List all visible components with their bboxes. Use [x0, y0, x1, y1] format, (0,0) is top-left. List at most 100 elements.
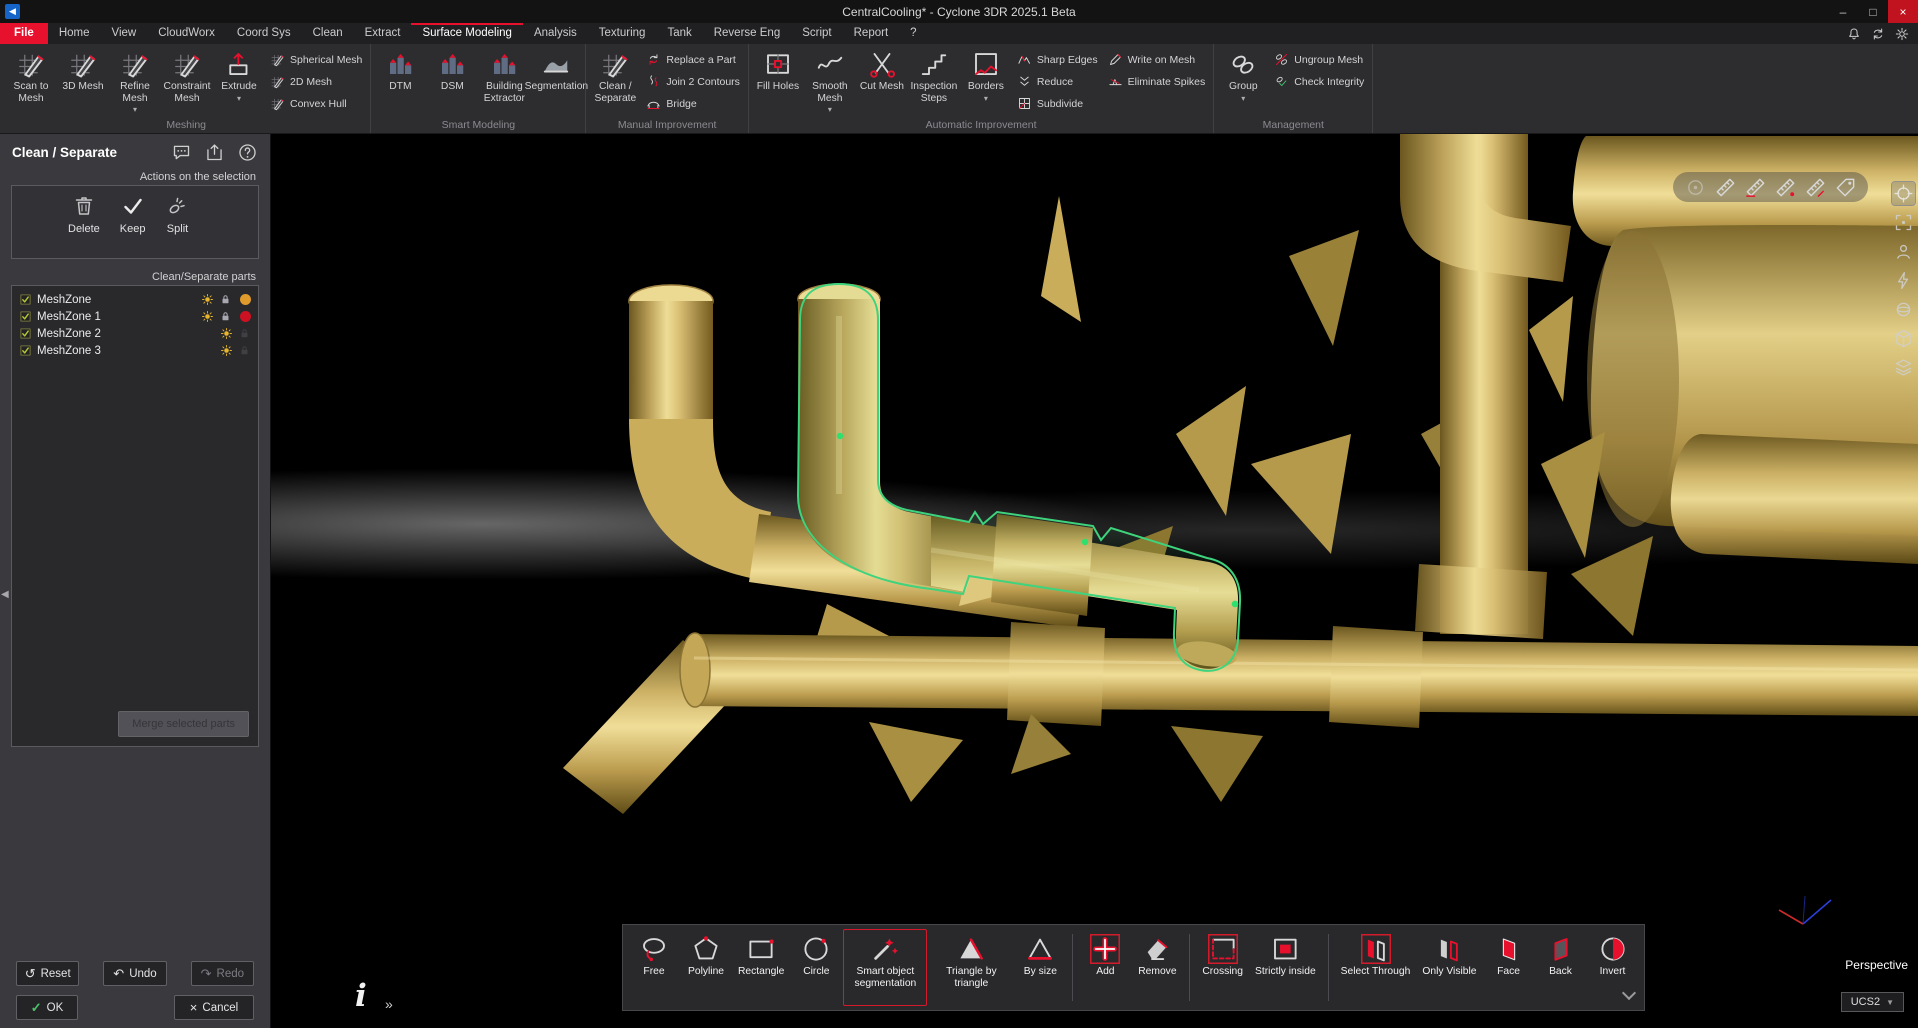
ribbon-spherical-mesh-button[interactable]: Spherical Mesh: [270, 52, 362, 67]
tab-extract[interactable]: Extract: [354, 23, 412, 44]
user-view-icon[interactable]: [1892, 240, 1915, 263]
tab-texturing[interactable]: Texturing: [588, 23, 657, 44]
tab-reverse-eng[interactable]: Reverse Eng: [703, 23, 791, 44]
undo-button[interactable]: ↶Undo: [103, 961, 166, 986]
ribbon-segmentation-button[interactable]: Segmentation: [530, 46, 582, 118]
checkbox-icon[interactable]: [19, 344, 32, 357]
select-back-button[interactable]: Back: [1536, 929, 1586, 1006]
viewport-3d-scene[interactable]: [271, 134, 1918, 1028]
visibility-sun-icon[interactable]: [220, 344, 233, 357]
projection-mode-label[interactable]: Perspective: [1845, 958, 1908, 972]
tab-analysis[interactable]: Analysis: [523, 23, 588, 44]
ribbon-group-button[interactable]: Group▾: [1217, 46, 1269, 118]
select-strictly-inside-button[interactable]: Strictly inside: [1250, 929, 1321, 1006]
select-smart-object-segmentation-button[interactable]: Smart object segmentation: [843, 929, 927, 1006]
cancel-button[interactable]: ×Cancel: [174, 995, 254, 1020]
tab-tank[interactable]: Tank: [656, 23, 702, 44]
ribbon-refine-mesh-button[interactable]: Refine Mesh▾: [109, 46, 161, 118]
select-polyline-button[interactable]: Polyline: [681, 929, 731, 1006]
select-only-visible-button[interactable]: Only Visible: [1417, 929, 1481, 1006]
sync-icon[interactable]: [1870, 26, 1886, 42]
ribbon-2d-mesh-button[interactable]: 2D Mesh: [270, 74, 362, 89]
ribbon-reduce-button[interactable]: Reduce: [1017, 74, 1098, 89]
ribbon-ungroup-mesh-button[interactable]: Ungroup Mesh: [1274, 52, 1364, 67]
material-icon[interactable]: [1892, 298, 1915, 321]
layers-icon[interactable]: [1892, 356, 1915, 379]
checkbox-icon[interactable]: [19, 327, 32, 340]
label-icon[interactable]: [1834, 176, 1857, 199]
ribbon-borders-button[interactable]: Borders▾: [960, 46, 1012, 118]
color-swatch[interactable]: [240, 311, 251, 322]
ribbon-join-2-contours-button[interactable]: Join 2 Contours: [646, 74, 740, 89]
mesh-zone-row-meshzone-1[interactable]: MeshZone 1: [12, 308, 258, 325]
measure-annotate-icon[interactable]: [1804, 176, 1827, 199]
select-rectangle-button[interactable]: Rectangle: [733, 929, 789, 1006]
tab-item[interactable]: ?: [899, 23, 927, 44]
comment-icon[interactable]: [171, 142, 192, 163]
ribbon-sharp-edges-button[interactable]: Sharp Edges: [1017, 52, 1098, 67]
visibility-sun-icon[interactable]: [201, 293, 214, 306]
tab-clean[interactable]: Clean: [302, 23, 354, 44]
measure-surface-icon[interactable]: [1744, 176, 1767, 199]
tab-coord-sys[interactable]: Coord Sys: [226, 23, 302, 44]
tab-script[interactable]: Script: [791, 23, 842, 44]
ribbon-smooth-mesh-button[interactable]: Smooth Mesh▾: [804, 46, 856, 118]
ok-button[interactable]: ✓OK: [16, 995, 78, 1020]
mesh-zone-row-meshzone-2[interactable]: MeshZone 2: [12, 325, 258, 342]
center-view-icon[interactable]: [1892, 211, 1915, 234]
ribbon-check-integrity-button[interactable]: Check Integrity: [1274, 74, 1364, 89]
info-expand-button[interactable]: »: [385, 996, 393, 1012]
select-free-button[interactable]: Free: [629, 929, 679, 1006]
measure-distance-icon[interactable]: [1714, 176, 1737, 199]
delete-button[interactable]: Delete: [68, 194, 100, 258]
select-by-size-button[interactable]: By size: [1015, 929, 1065, 1006]
select-crossing-button[interactable]: Crossing: [1197, 929, 1248, 1006]
tab-file[interactable]: File: [0, 23, 48, 44]
tab-view[interactable]: View: [101, 23, 148, 44]
select-face-button[interactable]: Face: [1484, 929, 1534, 1006]
probe-icon[interactable]: [1684, 176, 1707, 199]
visibility-sun-icon[interactable]: [220, 327, 233, 340]
merge-selected-parts-button[interactable]: Merge selected parts: [118, 711, 249, 737]
ribbon-building-extractor-button[interactable]: Building Extractor: [478, 46, 530, 118]
checkbox-icon[interactable]: [19, 310, 32, 323]
lock-icon[interactable]: [219, 310, 232, 323]
ucs-selector[interactable]: UCS2 ▼: [1841, 992, 1904, 1012]
ribbon-clean-separate-button[interactable]: Clean / Separate: [589, 46, 641, 118]
section-box-icon[interactable]: [1892, 327, 1915, 350]
bell-icon[interactable]: [1846, 26, 1862, 42]
ribbon-cut-mesh-button[interactable]: Cut Mesh: [856, 46, 908, 118]
ribbon-3d-mesh-button[interactable]: 3D Mesh: [57, 46, 109, 118]
redo-button[interactable]: ↷Redo: [191, 961, 254, 986]
tab-surface-modeling[interactable]: Surface Modeling: [411, 23, 523, 44]
lock-icon[interactable]: [219, 293, 232, 306]
ribbon-eliminate-spikes-button[interactable]: Eliminate Spikes: [1108, 74, 1206, 89]
tab-cloudworx[interactable]: CloudWorx: [147, 23, 226, 44]
ribbon-write-on-mesh-button[interactable]: Write on Mesh: [1108, 52, 1206, 67]
tab-home[interactable]: Home: [48, 23, 101, 44]
measure-point-icon[interactable]: [1774, 176, 1797, 199]
color-swatch[interactable]: [240, 294, 251, 305]
maximize-button[interactable]: □: [1858, 0, 1888, 23]
ribbon-extrude-button[interactable]: Extrude▾: [213, 46, 265, 118]
panel-collapse-handle[interactable]: ◀: [1, 589, 9, 600]
select-triangle-by-triangle-button[interactable]: Triangle by triangle: [929, 929, 1013, 1006]
keep-button[interactable]: Keep: [120, 194, 146, 258]
ribbon-replace-a-part-button[interactable]: Replace a Part: [646, 52, 740, 67]
ribbon-dsm-button[interactable]: DSM: [426, 46, 478, 118]
tab-report[interactable]: Report: [843, 23, 900, 44]
mesh-zone-row-meshzone[interactable]: MeshZone: [12, 291, 258, 308]
export-icon[interactable]: [204, 142, 225, 163]
info-button[interactable]: i: [355, 981, 367, 1012]
select-add-button[interactable]: Add: [1080, 929, 1130, 1006]
select-select-through-button[interactable]: Select Through: [1336, 929, 1416, 1006]
reset-button[interactable]: ↺Reset: [16, 961, 79, 986]
ribbon-scan-to-mesh-button[interactable]: Scan to Mesh: [5, 46, 57, 118]
help-icon[interactable]: [237, 142, 258, 163]
ribbon-fill-holes-button[interactable]: Fill Holes: [752, 46, 804, 118]
lighting-icon[interactable]: [1892, 269, 1915, 292]
orbit-icon[interactable]: [1892, 182, 1915, 205]
ribbon-subdivide-button[interactable]: Subdivide: [1017, 96, 1098, 111]
lock-icon[interactable]: [238, 344, 251, 357]
lock-icon[interactable]: [238, 327, 251, 340]
